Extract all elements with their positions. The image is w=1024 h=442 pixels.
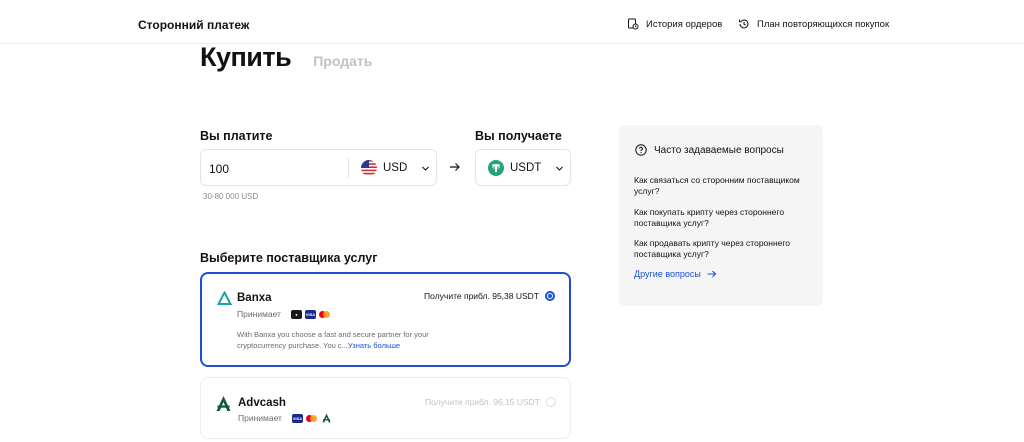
advcash-logo-icon (216, 396, 231, 411)
pay-label: Вы платите (200, 129, 273, 143)
provider-estimate: Получите прибл. 95,38 USDT (424, 291, 539, 301)
accepted-methods: Принимает ● VISA (237, 309, 331, 319)
pay-range-hint: 30-80 000 USD (203, 192, 259, 201)
arrow-right-icon (707, 270, 717, 278)
faq-header: Часто задаваемые вопросы (635, 144, 784, 156)
mastercard-icon (305, 414, 318, 423)
pay-field: 100 USD (200, 149, 437, 186)
recurring-plan-label: План повторяющихся покупок (757, 18, 890, 30)
recurring-icon (739, 19, 749, 29)
providers-title: Выберите поставщика услуг (200, 251, 378, 265)
pay-amount-input[interactable]: 100 (209, 162, 229, 176)
pay-field-divider (348, 158, 349, 178)
more-questions-label: Другие вопросы (634, 269, 701, 279)
chevron-down-icon (556, 166, 564, 171)
chevron-down-icon (422, 166, 430, 171)
faq-title: Часто задаваемые вопросы (654, 144, 784, 156)
banxa-logo-icon (217, 291, 232, 305)
tab-buy[interactable]: Купить (200, 42, 292, 73)
provider-name: Advcash (238, 397, 286, 409)
order-history-icon (628, 18, 639, 30)
learn-more-link[interactable]: Узнать больше (348, 341, 400, 350)
arrow-right-icon (450, 163, 460, 171)
receive-currency-select[interactable]: USDT (488, 160, 564, 176)
tether-icon (488, 160, 504, 176)
mastercard-icon (318, 310, 331, 319)
provider-radio[interactable] (546, 397, 556, 407)
faq-question[interactable]: Как продавать крипту через стороннего по… (634, 238, 814, 260)
top-bar: Сторонний платеж История ордеров План по… (0, 0, 1024, 44)
provider-description: With Banxa you choose a fast and secure … (237, 329, 437, 351)
visa-icon: VISA (291, 413, 303, 423)
accepted-methods: Принимает VISA (238, 413, 332, 423)
more-questions-link[interactable]: Другие вопросы (634, 269, 717, 279)
tab-sell[interactable]: Продать (313, 53, 372, 69)
provider-card-banxa[interactable]: Banxa Принимает ● VISA Получите прибл. 9… (200, 272, 571, 367)
accepts-label: Принимает (238, 413, 282, 423)
accepts-label: Принимает (237, 309, 281, 319)
pay-currency-select[interactable]: USD (361, 160, 430, 176)
visa-icon: VISA (304, 309, 316, 319)
faq-question[interactable]: Как связаться со сторонним поставщиком у… (634, 175, 814, 197)
apple-pay-icon: ● (290, 309, 302, 319)
receive-currency-code: USDT (510, 162, 542, 174)
faq-panel: Часто задаваемые вопросы Как связаться с… (619, 125, 823, 306)
faq-question[interactable]: Как покупать крипту через стороннего пос… (634, 207, 814, 229)
buy-sell-tabs: Купить Продать (200, 42, 372, 73)
us-flag-icon (361, 160, 377, 176)
provider-name: Banxa (237, 292, 272, 304)
provider-card-advcash[interactable]: Advcash Принимает VISA Получите прибл. 9… (200, 377, 571, 439)
order-history-link[interactable]: История ордеров (627, 18, 722, 30)
advcash-method-icon (322, 413, 331, 423)
brand-title: Сторонний платеж (138, 18, 250, 32)
pay-currency-code: USD (383, 162, 408, 174)
question-circle-icon (635, 144, 647, 156)
provider-estimate: Получите прибл. 96,15 USDT (425, 397, 540, 407)
receive-label: Вы получаете (475, 129, 562, 143)
receive-field: USDT (475, 149, 571, 186)
order-history-label: История ордеров (646, 18, 723, 30)
provider-radio-selected[interactable] (545, 291, 555, 301)
recurring-plan-link[interactable]: План повторяющихся покупок (738, 18, 889, 30)
